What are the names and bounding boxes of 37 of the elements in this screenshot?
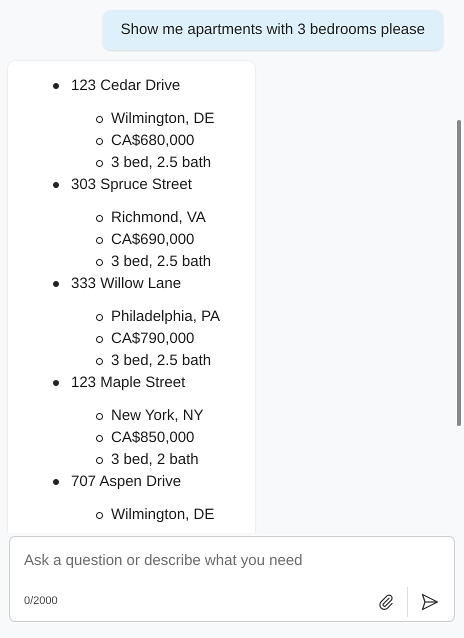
listing-detail: New York, NY bbox=[111, 406, 204, 426]
message-input[interactable]: Ask a question or describe what you need bbox=[24, 550, 440, 572]
listing-title: 123 Maple Street bbox=[71, 373, 186, 393]
listing-detail: 3 bed, 2.5 bath bbox=[111, 252, 212, 272]
character-counter: 0/2000 bbox=[24, 594, 59, 610]
bullet-icon bbox=[96, 412, 103, 420]
bullet-icon bbox=[96, 258, 103, 266]
bullet-icon bbox=[96, 336, 103, 342]
scrollbar[interactable] bbox=[457, 120, 461, 426]
listing-detail: CA$690,000 bbox=[111, 230, 194, 250]
listing-detail: Philadelphia, PA bbox=[111, 307, 220, 327]
listing-title: 707 Aspen Drive bbox=[71, 472, 182, 492]
listing-detail: CA$790,000 bbox=[111, 329, 194, 349]
bullet-icon bbox=[96, 456, 103, 464]
listing-detail: CA$680,000 bbox=[111, 131, 194, 151]
attach-icon[interactable] bbox=[377, 592, 395, 610]
listing-detail: Wilmington, DE bbox=[111, 505, 214, 525]
listing-detail: Wilmington, DE bbox=[111, 109, 214, 129]
listing-title: 123 Cedar Drive bbox=[71, 76, 180, 96]
listing-detail: 3 bed, 2.5 bath bbox=[111, 153, 212, 173]
bullet-icon bbox=[96, 314, 103, 320]
bullet-icon bbox=[96, 236, 103, 244]
bullet-icon bbox=[96, 116, 103, 122]
listing-detail: Richmond, VA bbox=[111, 208, 206, 228]
bullet-icon bbox=[96, 434, 103, 442]
send-icon[interactable] bbox=[420, 592, 440, 612]
bullet-icon bbox=[96, 214, 103, 222]
listing-detail: 3 bed, 2.5 bath bbox=[111, 351, 212, 371]
bullet-icon bbox=[96, 358, 103, 364]
bullet-icon bbox=[96, 138, 103, 144]
listing-detail: CA$850,000 bbox=[111, 428, 194, 448]
bullet-icon bbox=[96, 160, 103, 166]
listing-title: 303 Spruce Street bbox=[71, 175, 192, 195]
bullet-icon bbox=[96, 512, 103, 518]
listing-title: 333 Willow Lane bbox=[71, 274, 182, 294]
user-message: Show me apartments with 3 bedrooms please bbox=[102, 10, 443, 50]
listing-detail: 3 bed, 2 bath bbox=[111, 450, 199, 470]
